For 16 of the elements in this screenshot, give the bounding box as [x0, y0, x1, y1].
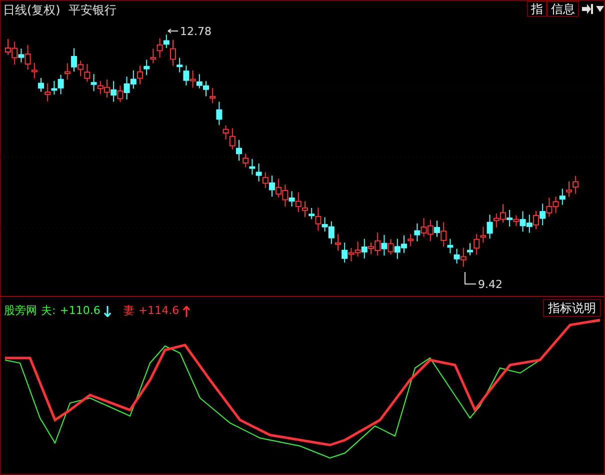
high-price-label: 12.78 — [180, 25, 212, 38]
toolbar-tab[interactable]: 指 — [527, 1, 547, 17]
expand-arrow-icon[interactable] — [582, 4, 593, 14]
series-label: 妻 — [123, 303, 134, 319]
series-value: +114.6 — [138, 303, 180, 319]
series-label: 夫: — [41, 303, 56, 319]
indicator-help-button[interactable]: 指标说明 — [543, 299, 601, 317]
pointer-arrow-icon — [168, 28, 178, 34]
security-name: 平安银行 — [68, 2, 116, 19]
series-value: +110.6 — [60, 303, 100, 319]
low-price-label: 9.42 — [478, 278, 502, 291]
chart-period: 日线(复权) — [3, 2, 60, 19]
dropdown-icon[interactable] — [596, 5, 604, 13]
pointer-line — [464, 272, 476, 284]
indicator-name: 股旁网 — [4, 303, 37, 319]
toolbar-tab[interactable]: 信息 — [547, 1, 579, 17]
